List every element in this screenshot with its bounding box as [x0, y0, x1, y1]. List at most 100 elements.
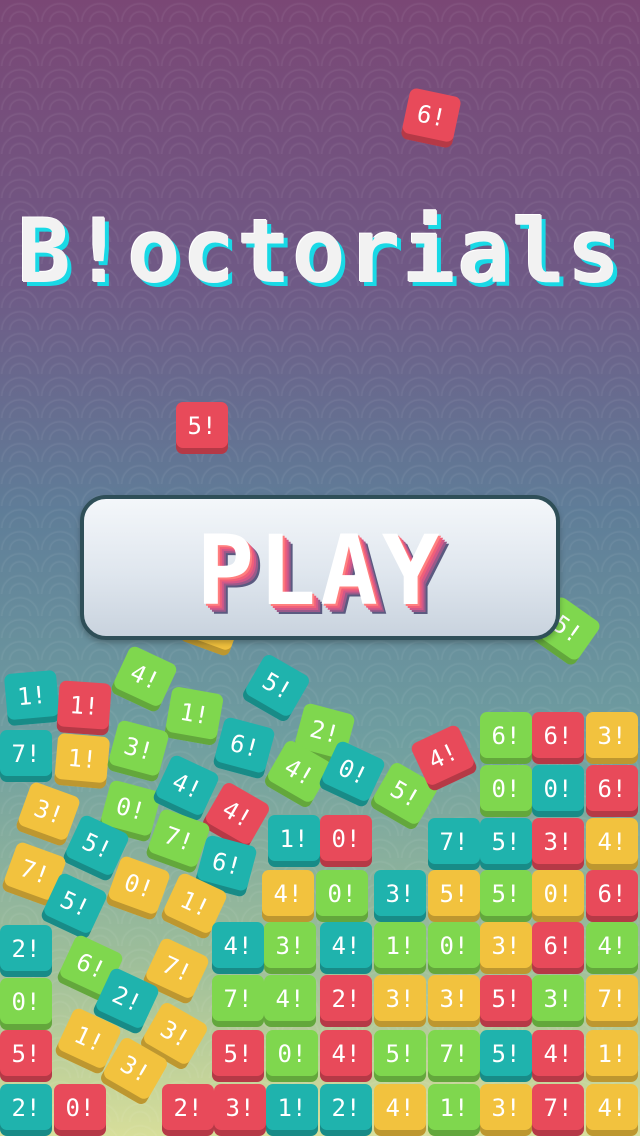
- block-label: 4!: [597, 828, 627, 856]
- block-label: 3!: [275, 932, 305, 960]
- block-label: 4!: [217, 794, 257, 834]
- number-block: 4!: [586, 922, 638, 974]
- block-label: 0!: [491, 775, 521, 803]
- block-label: 0!: [439, 932, 469, 960]
- number-block: 5!: [480, 870, 532, 922]
- number-block: 3!: [480, 1084, 532, 1136]
- block-label: 2!: [173, 1094, 203, 1122]
- block-label: 1!: [439, 1094, 469, 1122]
- block-label: 4!: [275, 985, 305, 1013]
- number-block: 5!: [480, 818, 532, 870]
- number-block: 6!: [400, 87, 462, 149]
- block-label: 6!: [208, 846, 245, 882]
- block-label: 2!: [11, 935, 41, 963]
- block-label: 0!: [112, 791, 149, 827]
- number-block: 4!: [320, 922, 372, 974]
- block-label: 6!: [543, 932, 573, 960]
- number-block: 1!: [56, 680, 112, 736]
- block-label: 1!: [68, 691, 100, 721]
- block-label: 3!: [30, 794, 68, 831]
- block-label: 3!: [385, 880, 415, 908]
- block-label: 3!: [543, 985, 573, 1013]
- number-block: 1!: [266, 1084, 318, 1136]
- number-block: 3!: [428, 975, 480, 1027]
- block-label: 7!: [223, 985, 253, 1013]
- block-label: 1!: [175, 885, 214, 923]
- number-block: 5!: [176, 402, 228, 454]
- block-label: 6!: [414, 99, 449, 133]
- block-label: 4!: [424, 737, 463, 775]
- number-block: 3!: [374, 975, 426, 1027]
- play-button[interactable]: PLAY: [80, 495, 560, 640]
- number-block: 3!: [480, 922, 532, 974]
- block-label: 0!: [277, 1040, 307, 1068]
- block-label: 5!: [491, 1040, 521, 1068]
- block-label: 4!: [167, 767, 206, 805]
- block-label: 0!: [11, 988, 41, 1016]
- number-block: 0!: [316, 870, 368, 922]
- number-block: 7!: [212, 975, 264, 1027]
- block-label: 7!: [160, 821, 198, 858]
- number-block: 4!: [262, 870, 314, 922]
- number-block: 5!: [0, 1030, 52, 1082]
- number-block: 3!: [214, 1084, 266, 1136]
- block-label: 3!: [439, 985, 469, 1013]
- number-block: 6!: [586, 870, 638, 922]
- block-label: 2!: [331, 1094, 361, 1122]
- number-block: 4!: [586, 818, 638, 870]
- block-label: 5!: [55, 885, 94, 923]
- block-label: 3!: [120, 731, 157, 767]
- block-label: 5!: [11, 1040, 41, 1068]
- block-label: 5!: [77, 827, 116, 865]
- block-label: 5!: [187, 412, 217, 440]
- block-label: 0!: [543, 775, 573, 803]
- block-label: 3!: [597, 722, 627, 750]
- number-block: 0!: [266, 1030, 318, 1082]
- block-label: 5!: [223, 1040, 253, 1068]
- number-block: 3!: [532, 975, 584, 1027]
- block-label: 1!: [66, 743, 98, 775]
- number-block: 1!: [428, 1084, 480, 1136]
- block-label: 7!: [597, 985, 627, 1013]
- number-block: 5!: [480, 1030, 532, 1082]
- number-block: 7!: [532, 1084, 584, 1136]
- block-label: 4!: [331, 1040, 361, 1068]
- block-label: 3!: [155, 1014, 195, 1054]
- block-label: 4!: [223, 932, 253, 960]
- block-label: 5!: [491, 880, 521, 908]
- block-label: 7!: [11, 740, 41, 768]
- number-block: 7!: [428, 1030, 480, 1082]
- block-label: 0!: [120, 868, 158, 905]
- number-block: 7!: [0, 730, 52, 782]
- block-label: 3!: [491, 1094, 521, 1122]
- block-label: 0!: [543, 880, 573, 908]
- number-block: 7!: [428, 818, 480, 870]
- number-block: 1!: [374, 922, 426, 974]
- number-block: 2!: [162, 1084, 214, 1136]
- block-label: 5!: [257, 666, 297, 706]
- block-label: 6!: [543, 722, 573, 750]
- number-block: 0!: [532, 870, 584, 922]
- block-label: 4!: [597, 932, 627, 960]
- number-block: 2!: [320, 975, 372, 1027]
- block-label: 6!: [226, 728, 263, 764]
- block-label: 0!: [331, 825, 361, 853]
- number-block: 5!: [480, 975, 532, 1027]
- block-label: 2!: [107, 980, 146, 1018]
- number-block: 4!: [320, 1030, 372, 1082]
- block-label: 6!: [491, 722, 521, 750]
- block-label: 7!: [157, 950, 196, 988]
- block-label: 3!: [225, 1094, 255, 1122]
- block-label: 2!: [331, 985, 361, 1013]
- number-block: 4!: [264, 975, 316, 1027]
- number-block: 1!: [3, 669, 61, 727]
- number-block: 6!: [532, 712, 584, 764]
- number-block: 3!: [374, 870, 426, 922]
- block-label: 5!: [439, 880, 469, 908]
- number-block: 3!: [532, 818, 584, 870]
- block-label: 6!: [71, 947, 110, 985]
- block-label: 3!: [385, 985, 415, 1013]
- number-block: 4!: [586, 1084, 638, 1136]
- block-label: 6!: [597, 880, 627, 908]
- number-block: 0!: [428, 922, 480, 974]
